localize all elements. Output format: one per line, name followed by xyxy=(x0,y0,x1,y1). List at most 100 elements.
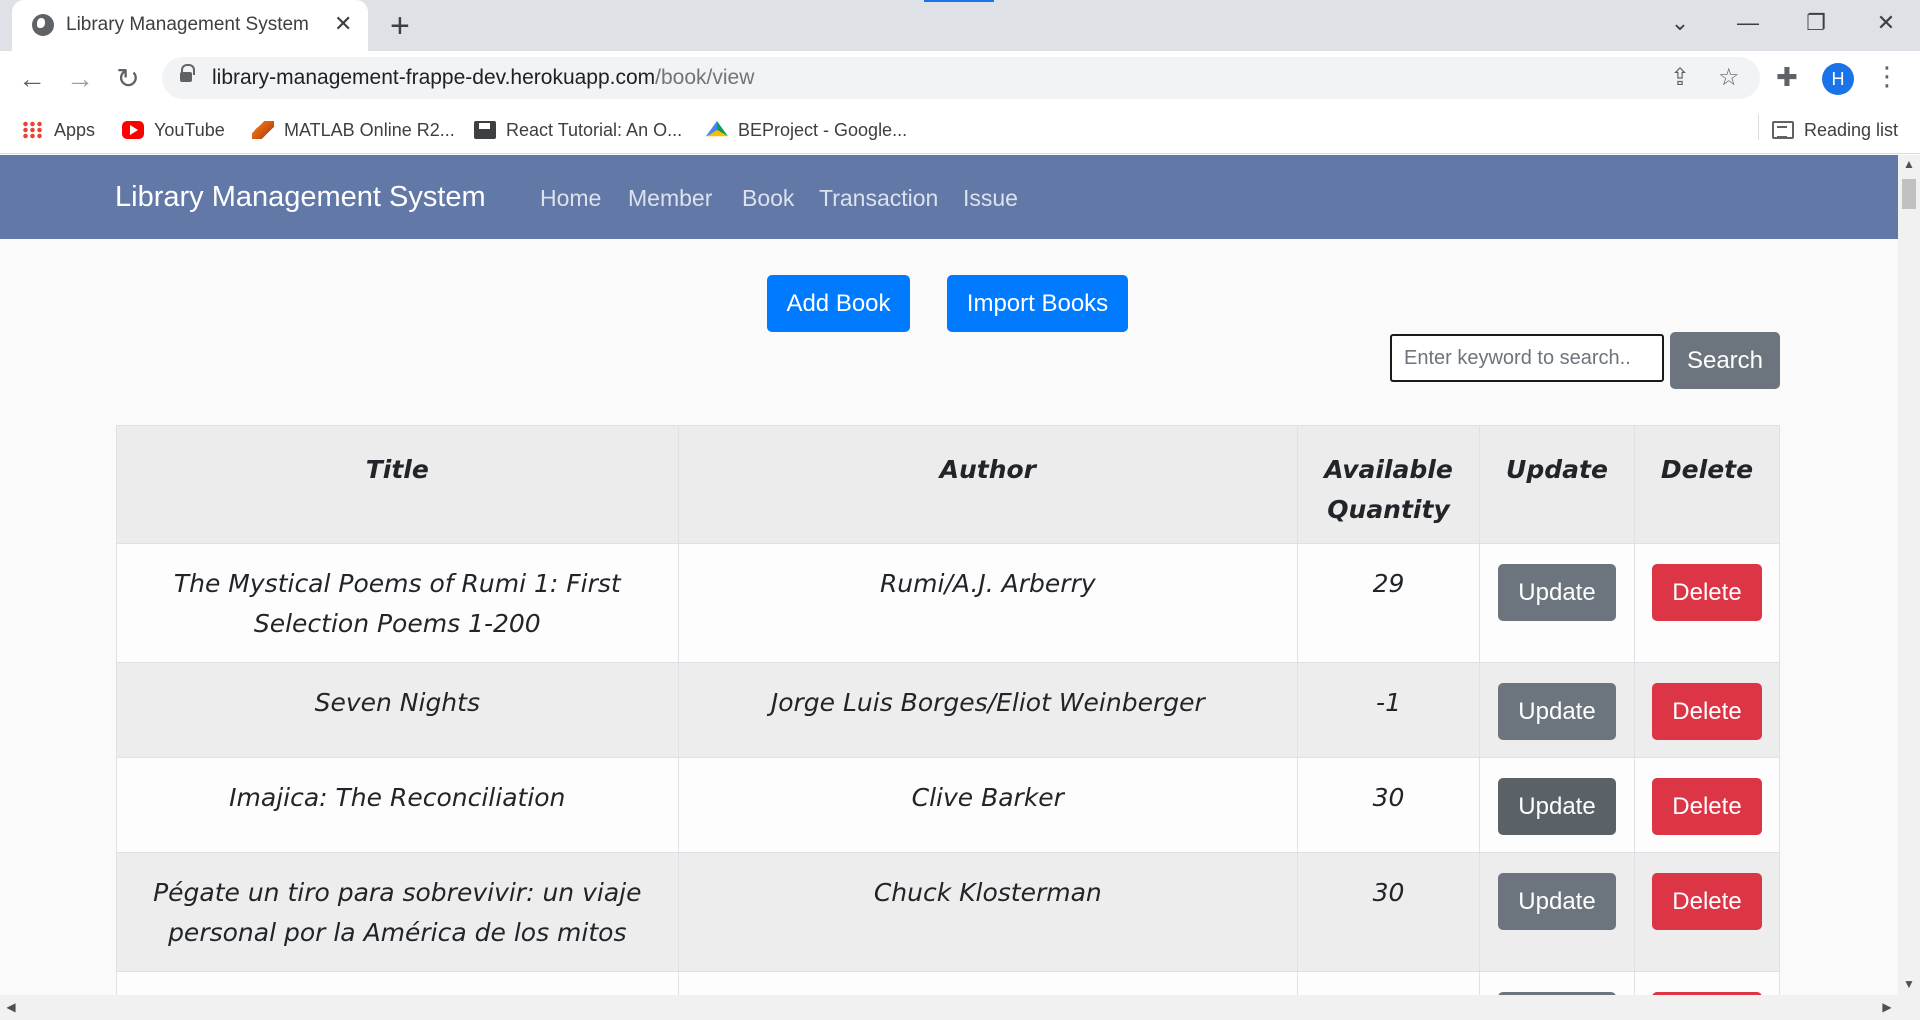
horizontal-scrollbar[interactable]: ◀ ▶ xyxy=(0,995,1920,1020)
update-cell: Update xyxy=(1479,757,1635,853)
update-button[interactable]: Update xyxy=(1498,683,1616,740)
tab-search-icon[interactable]: ⌄ xyxy=(1660,8,1700,38)
delete-cell: Delete xyxy=(1633,662,1781,758)
vertical-scrollbar[interactable]: ▲ ▼ xyxy=(1898,155,1920,995)
tab-strip: Library Management System ✕ + ⌄ — ❐ ✕ xyxy=(0,0,1920,51)
bookmark-youtube[interactable]: YouTube xyxy=(122,116,225,144)
header-available-quantity: Available Quantity xyxy=(1297,425,1480,544)
site-navbar: Library Management System Home Member Bo… xyxy=(0,155,1898,239)
floppy-icon xyxy=(474,121,496,139)
nav-link-issue[interactable]: Issue xyxy=(963,185,1018,212)
delete-button[interactable]: Delete xyxy=(1652,873,1762,930)
nav-link-home[interactable]: Home xyxy=(540,185,601,212)
table-row: Seven Nights Jorge Luis Borges/Eliot Wei… xyxy=(116,662,1781,758)
book-quantity: 30 xyxy=(1297,852,1480,972)
address-bar[interactable]: library-management-frappe-dev.herokuapp.… xyxy=(162,57,1760,99)
tab-title: Library Management System xyxy=(66,14,309,35)
book-quantity: 29 xyxy=(1297,543,1480,663)
book-author: Chuck Klosterman xyxy=(677,852,1299,972)
update-cell: Update xyxy=(1479,543,1635,663)
book-author xyxy=(677,971,1299,995)
back-arrow-icon[interactable]: ← xyxy=(14,61,50,97)
table-header-row: Title Author Available Quantity Update D… xyxy=(116,425,1781,544)
bookmark-matlab[interactable]: MATLAB Online R2... xyxy=(252,116,455,144)
scroll-left-icon[interactable]: ◀ xyxy=(0,1000,22,1014)
delete-cell: Delete xyxy=(1633,852,1781,972)
import-books-button[interactable]: Import Books xyxy=(947,275,1128,332)
reload-icon[interactable]: ↻ xyxy=(110,61,146,97)
matlab-icon xyxy=(252,121,274,139)
book-quantity: 30 xyxy=(1297,757,1480,853)
close-tab-icon[interactable]: ✕ xyxy=(334,10,352,38)
delete-cell: Delete xyxy=(1633,971,1781,995)
apps-icon xyxy=(22,121,44,139)
window-close-icon[interactable]: ✕ xyxy=(1866,8,1906,38)
bookmark-apps[interactable]: Apps xyxy=(22,116,95,144)
update-button[interactable]: Update xyxy=(1498,873,1616,930)
bookmark-beproject[interactable]: BEProject - Google... xyxy=(706,116,907,144)
tab-loading-indicator xyxy=(924,0,994,2)
new-tab-button[interactable]: + xyxy=(390,6,410,46)
page-viewport: Library Management System Home Member Bo… xyxy=(0,155,1898,995)
book-author: Rumi/A.J. Arberry xyxy=(677,543,1299,663)
delete-button[interactable]: Delete xyxy=(1652,564,1762,621)
browser-toolbar: ← → ↻ library-management-frappe-dev.hero… xyxy=(0,51,1920,106)
book-title: The Mystical Poems of Rumi 1: First Sele… xyxy=(116,543,679,663)
site-brand[interactable]: Library Management System xyxy=(115,181,486,214)
bookmarks-separator xyxy=(1758,114,1759,140)
reading-list-icon xyxy=(1772,121,1794,139)
search-input[interactable] xyxy=(1390,334,1664,382)
update-cell: Update xyxy=(1479,662,1635,758)
search-button[interactable]: Search xyxy=(1670,332,1780,389)
google-drive-icon xyxy=(706,121,728,137)
url-text: library-management-frappe-dev.herokuapp.… xyxy=(212,66,755,89)
book-title: Seven Nights xyxy=(116,662,679,758)
book-author: Jorge Luis Borges/Eliot Weinberger xyxy=(677,662,1299,758)
delete-cell: Delete xyxy=(1633,543,1781,663)
minimize-icon[interactable]: — xyxy=(1728,8,1768,38)
nav-link-transaction[interactable]: Transaction xyxy=(819,185,938,212)
header-update: Update xyxy=(1479,425,1635,544)
header-author: Author xyxy=(677,425,1299,544)
bookmark-react-tutorial[interactable]: React Tutorial: An O... xyxy=(474,116,682,144)
scroll-up-icon[interactable]: ▲ xyxy=(1898,157,1920,171)
restore-icon[interactable]: ❐ xyxy=(1796,8,1836,38)
browser-tab[interactable]: Library Management System ✕ xyxy=(12,0,368,51)
update-cell: Update xyxy=(1479,971,1635,995)
forward-arrow-icon[interactable]: → xyxy=(62,61,98,97)
book-title: Imajica: The Reconciliation xyxy=(116,757,679,853)
header-delete: Delete xyxy=(1633,425,1781,544)
profile-avatar[interactable]: H xyxy=(1822,63,1854,95)
book-title: Pégate un tiro para sobrevivir: un viaje… xyxy=(116,852,679,972)
browser-menu-icon[interactable]: ⋮ xyxy=(1874,61,1900,91)
scroll-right-icon[interactable]: ▶ xyxy=(1876,1000,1898,1014)
reading-list[interactable]: Reading list xyxy=(1772,116,1898,144)
table-row: The Mystical Poems of Rumi 1: First Sele… xyxy=(116,543,1781,663)
book-author: Clive Barker xyxy=(677,757,1299,853)
update-cell: Update xyxy=(1479,852,1635,972)
delete-button[interactable]: Delete xyxy=(1652,683,1762,740)
bookmark-star-icon[interactable]: ☆ xyxy=(1718,63,1740,93)
table-row: Update Delete xyxy=(116,971,1781,995)
globe-icon xyxy=(32,14,54,36)
table-row: Pégate un tiro para sobrevivir: un viaje… xyxy=(116,852,1781,972)
update-button[interactable]: Update xyxy=(1498,564,1616,621)
nav-link-member[interactable]: Member xyxy=(628,185,712,212)
youtube-icon xyxy=(122,121,144,139)
share-icon[interactable]: ⇪ xyxy=(1670,63,1690,93)
nav-link-book[interactable]: Book xyxy=(742,185,794,212)
bookmarks-bar: Apps YouTube MATLAB Online R2... React T… xyxy=(0,106,1920,154)
book-quantity: -1 xyxy=(1297,662,1480,758)
update-button[interactable]: Update xyxy=(1498,778,1616,835)
book-title xyxy=(116,971,679,995)
table-row: Imajica: The Reconciliation Clive Barker… xyxy=(116,757,1781,853)
delete-button[interactable]: Delete xyxy=(1652,778,1762,835)
vertical-scroll-thumb[interactable] xyxy=(1902,179,1916,209)
add-book-button[interactable]: Add Book xyxy=(767,275,910,332)
extensions-puzzle-icon[interactable]: ✚ xyxy=(1776,62,1798,93)
scroll-down-icon[interactable]: ▼ xyxy=(1898,977,1920,991)
lock-icon xyxy=(180,64,195,84)
header-title: Title xyxy=(116,425,679,544)
book-quantity xyxy=(1297,971,1480,995)
books-table: Title Author Available Quantity Update D… xyxy=(116,425,1781,995)
